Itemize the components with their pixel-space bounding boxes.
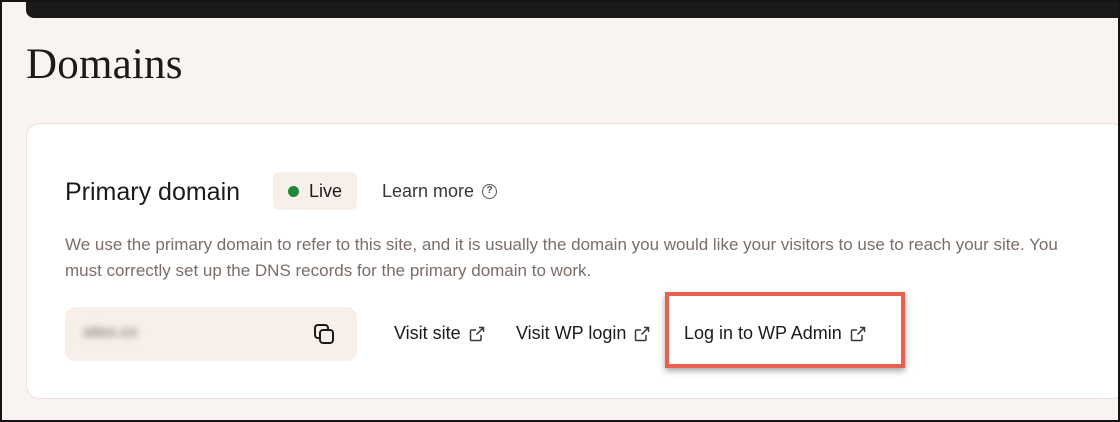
copy-icon[interactable] <box>313 323 335 345</box>
visit-wp-login-label: Visit WP login <box>516 323 627 343</box>
external-link-icon <box>635 326 650 341</box>
visit-site-label: Visit site <box>394 323 461 343</box>
external-link-icon <box>850 326 866 341</box>
log-in-wp-admin-link[interactable]: Log in to WP Admin <box>684 323 866 344</box>
page-title: Domains <box>26 41 183 88</box>
app-frame: Domains Primary domain Live Learn more ?… <box>0 0 1120 422</box>
domain-value: sitex.co <box>83 324 138 341</box>
top-bar <box>26 2 1118 18</box>
learn-more-link[interactable]: Learn more ? <box>382 181 498 202</box>
learn-more-label: Learn more <box>382 181 475 201</box>
primary-domain-card: Primary domain Live Learn more ? We use … <box>26 123 1118 399</box>
description-text: We use the primary domain to refer to th… <box>65 235 1058 280</box>
help-circle-icon: ? <box>482 184 498 199</box>
log-in-wp-admin-label: Log in to WP Admin <box>684 323 842 343</box>
status-label: Live <box>308 180 343 201</box>
domain-field[interactable]: sitex.co <box>65 307 357 361</box>
visit-site-link[interactable]: Visit site <box>394 323 485 344</box>
status-badge: Live <box>273 172 357 210</box>
status-dot-icon <box>287 185 299 197</box>
section-title: Primary domain <box>65 178 241 206</box>
visit-wp-login-link[interactable]: Visit WP login <box>516 323 650 344</box>
external-link-icon <box>469 326 484 341</box>
